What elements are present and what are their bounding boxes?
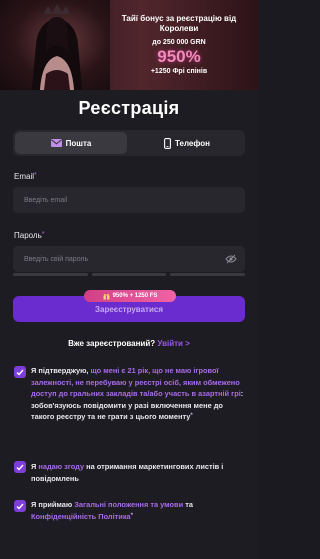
email-placeholder: Введіть email xyxy=(24,196,68,204)
checkmark-icon xyxy=(16,464,24,471)
marketing-agreement-text: Я надаю згоду на отримання маркетингових… xyxy=(31,461,245,484)
login-link[interactable]: Увійти > xyxy=(157,339,189,348)
password-label: Пароль* xyxy=(14,231,45,240)
login-prompt-text: Вже зареєстрований? xyxy=(68,339,156,348)
email-label-text: Email xyxy=(14,172,35,181)
marketing-checkbox[interactable] xyxy=(14,461,26,473)
eye-off-icon[interactable] xyxy=(225,254,237,264)
tab-email-label: Пошта xyxy=(65,138,92,148)
chevron-right-icon: > xyxy=(185,339,190,348)
login-link-text: Увійти xyxy=(157,339,183,348)
strength-segment xyxy=(170,273,246,276)
terms-agreement-text: Я приймаю Загальні положення та умови та… xyxy=(31,499,245,522)
banner-amount: до 250 000 GRN xyxy=(152,39,206,46)
required-mark: * xyxy=(190,413,193,420)
password-placeholder: Введіть свій пароль xyxy=(24,255,89,263)
tab-phone-label: Телефон xyxy=(175,138,210,148)
terms-link[interactable]: Загальні положення та умови xyxy=(74,500,183,509)
password-strength-bar xyxy=(13,273,246,276)
required-mark: * xyxy=(34,172,37,179)
required-mark: * xyxy=(41,231,45,238)
terms-text-pre: Я приймаю xyxy=(31,500,75,509)
strength-segment xyxy=(91,273,167,276)
marketing-consent-link[interactable]: надаю згоду xyxy=(38,462,84,471)
password-label-text: Пароль xyxy=(14,231,42,240)
required-mark: * xyxy=(130,512,133,519)
queen-illustration xyxy=(32,4,82,90)
terms-text-mid: та xyxy=(183,500,193,509)
tab-phone[interactable]: Телефон xyxy=(131,132,243,154)
phone-icon xyxy=(164,137,171,149)
tab-email[interactable]: Пошта xyxy=(15,132,127,154)
banner-percent: 950% xyxy=(157,47,201,66)
age-agreement-text: Я підтверджую, що мені є 21 рік, що не м… xyxy=(31,365,245,423)
age-checkbox[interactable] xyxy=(14,366,26,378)
banner-spins: +1250 Фрі спінів xyxy=(150,68,208,75)
email-label: Email* xyxy=(14,172,37,181)
registration-panel: Реєстрація Пошта Телефон Email* Введіть … xyxy=(0,90,258,559)
page-title: Реєстрація xyxy=(78,98,180,118)
mail-icon xyxy=(50,139,62,147)
checkmark-icon xyxy=(16,503,24,510)
strength-segment xyxy=(13,273,88,276)
promo-banner[interactable]: Тайї бонус за реєстрацію від Королеви до… xyxy=(0,0,258,90)
registration-method-tabs: Пошта Телефон xyxy=(13,130,245,156)
bonus-badge-text: 950% + 1250 FS xyxy=(112,293,158,299)
password-field[interactable]: Введіть свій пароль xyxy=(13,246,245,272)
terms-checkbox[interactable] xyxy=(14,500,26,512)
bonus-badge: 950% + 1250 FS xyxy=(84,290,176,302)
banner-title: Тайї бонус за реєстрацію від Королеви xyxy=(121,14,237,33)
checkmark-icon xyxy=(16,369,24,376)
login-prompt: Вже зареєстрований? Увійти > xyxy=(0,339,258,348)
email-field[interactable]: Введіть email xyxy=(13,187,245,213)
privacy-policy-link[interactable]: Конфіденційність Політика xyxy=(31,512,131,521)
age-text-pre: Я підтверджую, xyxy=(31,366,91,375)
gift-icon xyxy=(103,293,110,299)
